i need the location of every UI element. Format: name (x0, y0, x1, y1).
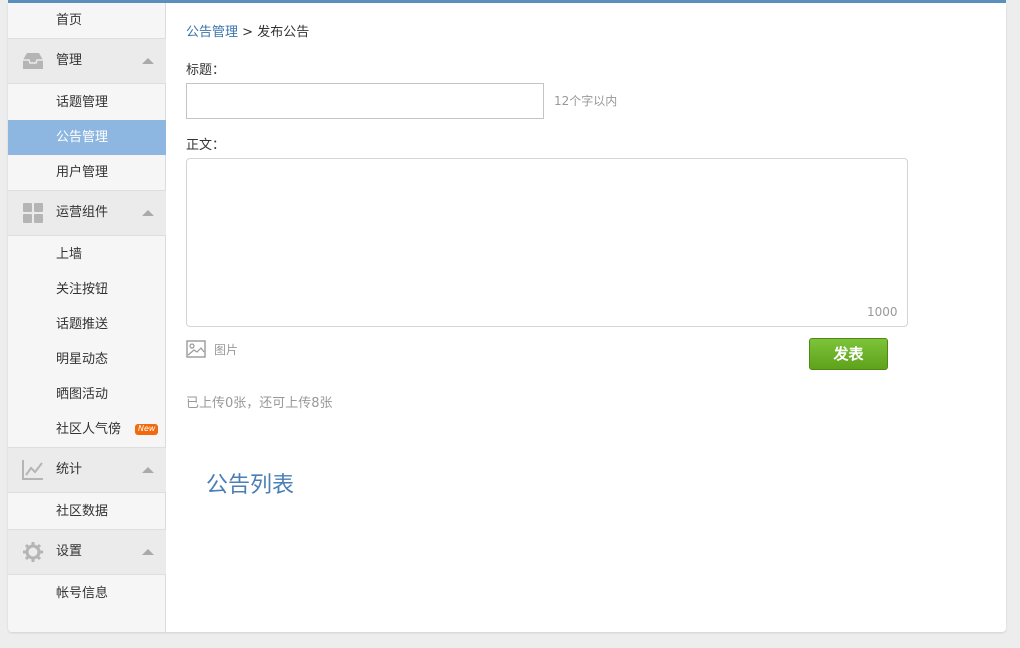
title-hint: 12个字以内 (554, 94, 618, 108)
collapse-caret-icon[interactable] (142, 467, 154, 473)
upload-status: 已上传0张，还可上传8张 (186, 396, 333, 411)
sidebar-group-label: 管理 (56, 53, 83, 68)
title-input[interactable] (186, 83, 544, 119)
image-button-label: 图片 (214, 343, 239, 357)
sidebar-item-announcements[interactable]: 公告管理 (8, 120, 166, 155)
sidebar-group-operations[interactable]: 运营组件 (8, 190, 166, 236)
body-label: 正文： (186, 138, 226, 153)
sidebar-group-stats[interactable]: 统计 (8, 447, 166, 493)
sidebar-item-label: 用户管理 (56, 165, 109, 180)
publish-button[interactable]: 发表 (809, 338, 888, 370)
sidebar-item-follow-button[interactable]: 关注按钮 (8, 272, 166, 307)
sidebar-group-label: 统计 (56, 462, 83, 477)
title-label: 标题： (186, 63, 226, 78)
sidebar-item-account-info[interactable]: 帐号信息 (8, 576, 166, 611)
sidebar-item-label: 话题推送 (56, 317, 109, 332)
sidebar-item-label: 话题管理 (56, 95, 109, 110)
sidebar-item-label: 帐号信息 (56, 586, 109, 601)
breadcrumb-current: 发布公告 (257, 25, 310, 40)
sidebar-group-settings[interactable]: 设置 (8, 529, 166, 575)
sidebar-group-label: 设置 (56, 544, 83, 559)
sidebar-item-label: 上墙 (56, 247, 83, 262)
app-frame: 首页 管理 话题管理 公告管理 用户管理 运营组件 上墙 关注按钮 话题推送 明… (8, 3, 1006, 632)
body-textarea[interactable] (186, 158, 908, 327)
sidebar-item-label: 社区数据 (56, 504, 109, 519)
grid-icon (23, 203, 43, 223)
sidebar-group-manage[interactable]: 管理 (8, 38, 166, 84)
sidebar-item-users[interactable]: 用户管理 (8, 155, 166, 190)
image-icon (186, 340, 206, 358)
sidebar-item-label: 明星动态 (56, 352, 109, 367)
breadcrumb-separator: > (242, 25, 254, 40)
sidebar-group-label: 运营组件 (56, 205, 109, 220)
collapse-caret-icon[interactable] (142, 549, 154, 555)
sidebar-item-label: 晒图活动 (56, 387, 109, 402)
sidebar-item-label: 关注按钮 (56, 282, 109, 297)
sidebar-item-popularity[interactable]: 社区人气傍 New (8, 412, 166, 447)
sidebar-item-label: 公告管理 (56, 130, 109, 145)
collapse-caret-icon[interactable] (142, 58, 154, 64)
chart-icon (22, 460, 43, 480)
sidebar-item-photo-events[interactable]: 晒图活动 (8, 377, 166, 412)
sidebar-item-label: 首页 (56, 13, 83, 28)
char-counter: 1000 (867, 305, 898, 319)
inbox-icon (23, 53, 43, 69)
new-badge: New (135, 424, 159, 435)
sidebar-item-wall[interactable]: 上墙 (8, 237, 166, 272)
sidebar-item-community-data[interactable]: 社区数据 (8, 494, 166, 529)
breadcrumb: 公告管理 > 发布公告 (186, 21, 309, 40)
breadcrumb-link[interactable]: 公告管理 (186, 25, 238, 40)
sidebar-item-topic-push[interactable]: 话题推送 (8, 307, 166, 342)
collapse-caret-icon[interactable] (142, 210, 154, 216)
sidebar-item-topics[interactable]: 话题管理 (8, 85, 166, 120)
sidebar-item-star-updates[interactable]: 明星动态 (8, 342, 166, 377)
announcement-list-title: 公告列表 (206, 473, 295, 498)
sidebar-item-label: 社区人气傍 (56, 422, 122, 437)
sidebar: 首页 管理 话题管理 公告管理 用户管理 运营组件 上墙 关注按钮 话题推送 明… (8, 3, 166, 632)
gear-icon (23, 542, 43, 562)
sidebar-item-home[interactable]: 首页 (8, 3, 166, 38)
